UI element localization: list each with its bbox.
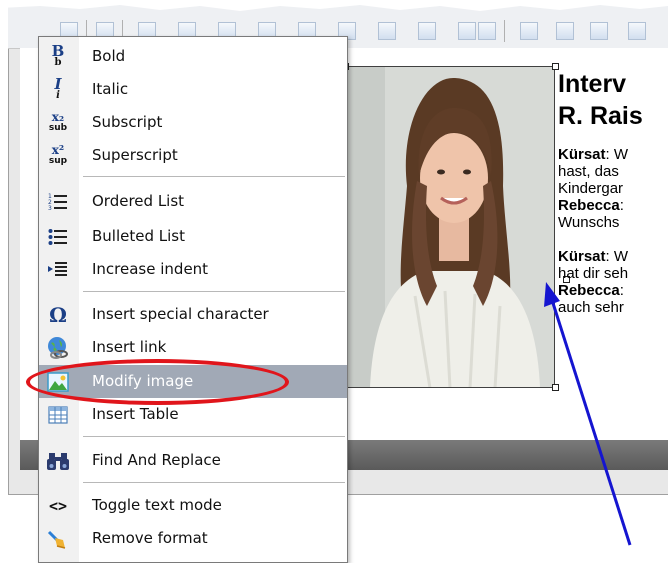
blue-annotation-arrow xyxy=(544,282,632,546)
